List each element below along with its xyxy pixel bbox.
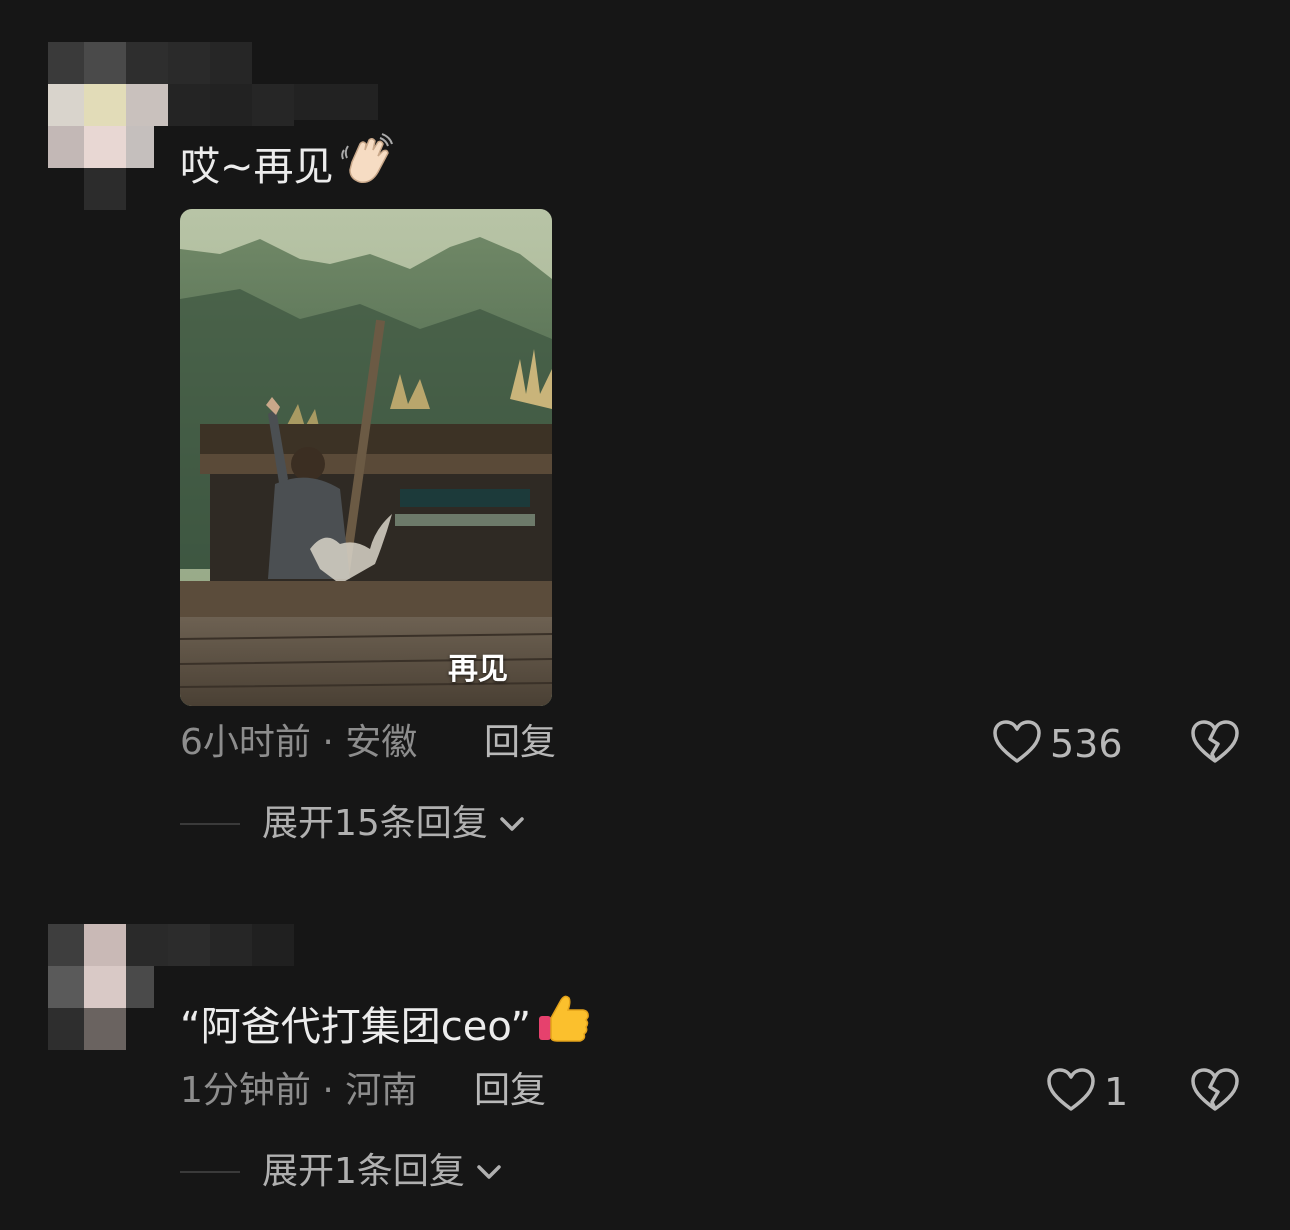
reply-button[interactable]: 回复: [484, 721, 556, 765]
comment-image[interactable]: 再见: [180, 209, 552, 706]
chevron-down-icon: [475, 1162, 503, 1186]
expand-replies-button[interactable]: 展开1条回复: [180, 1150, 503, 1194]
like-button[interactable]: 536: [992, 719, 1123, 769]
divider-line: [180, 823, 240, 825]
comment-text: 哎~再见: [180, 132, 394, 201]
heart-outline-icon: [1046, 1067, 1096, 1117]
expand-replies-button[interactable]: 展开15条回复: [180, 802, 526, 846]
like-button[interactable]: 1: [1046, 1067, 1128, 1117]
like-count: 536: [1050, 722, 1123, 766]
like-count: 1: [1104, 1070, 1129, 1114]
divider-line: [180, 1171, 240, 1173]
broken-heart-icon: [1190, 1068, 1240, 1117]
broken-heart-icon: [1190, 720, 1240, 769]
comment-text-content: 哎~再见: [180, 143, 334, 190]
dislike-button[interactable]: [1190, 1067, 1240, 1117]
reply-button[interactable]: 回复: [474, 1069, 546, 1113]
waving-hand-icon: [338, 132, 394, 201]
chevron-down-icon: [498, 814, 526, 838]
comment-text: “阿爸代打集团ceo”: [180, 992, 591, 1061]
comment-meta: 6小时前 · 安徽: [180, 722, 418, 763]
comment-meta: 1分钟前 · 河南: [180, 1070, 418, 1111]
expand-replies-label: 展开15条回复: [262, 803, 488, 844]
expand-replies-label: 展开1条回复: [262, 1151, 465, 1192]
image-caption: 再见: [448, 652, 508, 687]
comment-text-content: “阿爸代打集团ceo”: [180, 1003, 532, 1050]
heart-outline-icon: [992, 719, 1042, 769]
dislike-button[interactable]: [1190, 719, 1240, 769]
thumbs-up-icon: [535, 992, 591, 1061]
